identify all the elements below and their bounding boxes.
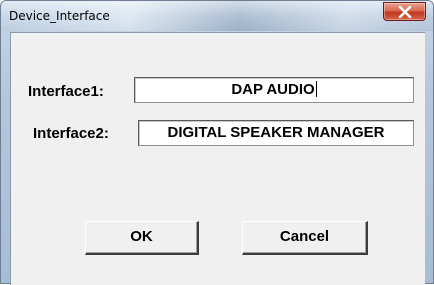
interface2-label: Interface2: <box>33 125 109 142</box>
ok-button[interactable]: OK <box>85 221 199 255</box>
close-x-icon <box>398 6 412 18</box>
window-title: Device_Interface <box>9 9 110 23</box>
interface1-input[interactable]: DAP AUDIO <box>134 77 414 103</box>
title-bar[interactable]: Device_Interface <box>1 1 433 31</box>
interface2-value: DIGITAL SPEAKER MANAGER <box>167 124 385 141</box>
cancel-button[interactable]: Cancel <box>242 221 368 255</box>
interface1-value: DAP AUDIO <box>231 81 315 98</box>
text-caret <box>315 81 317 97</box>
dialog-window: Device_Interface Interface1: DAP AUDIO I… <box>0 0 434 285</box>
interface2-input[interactable]: DIGITAL SPEAKER MANAGER <box>138 120 414 146</box>
close-button[interactable] <box>383 2 426 21</box>
dialog-body: Interface1: DAP AUDIO Interface2: DIGITA… <box>10 32 425 285</box>
interface1-label: Interface1: <box>28 83 104 100</box>
